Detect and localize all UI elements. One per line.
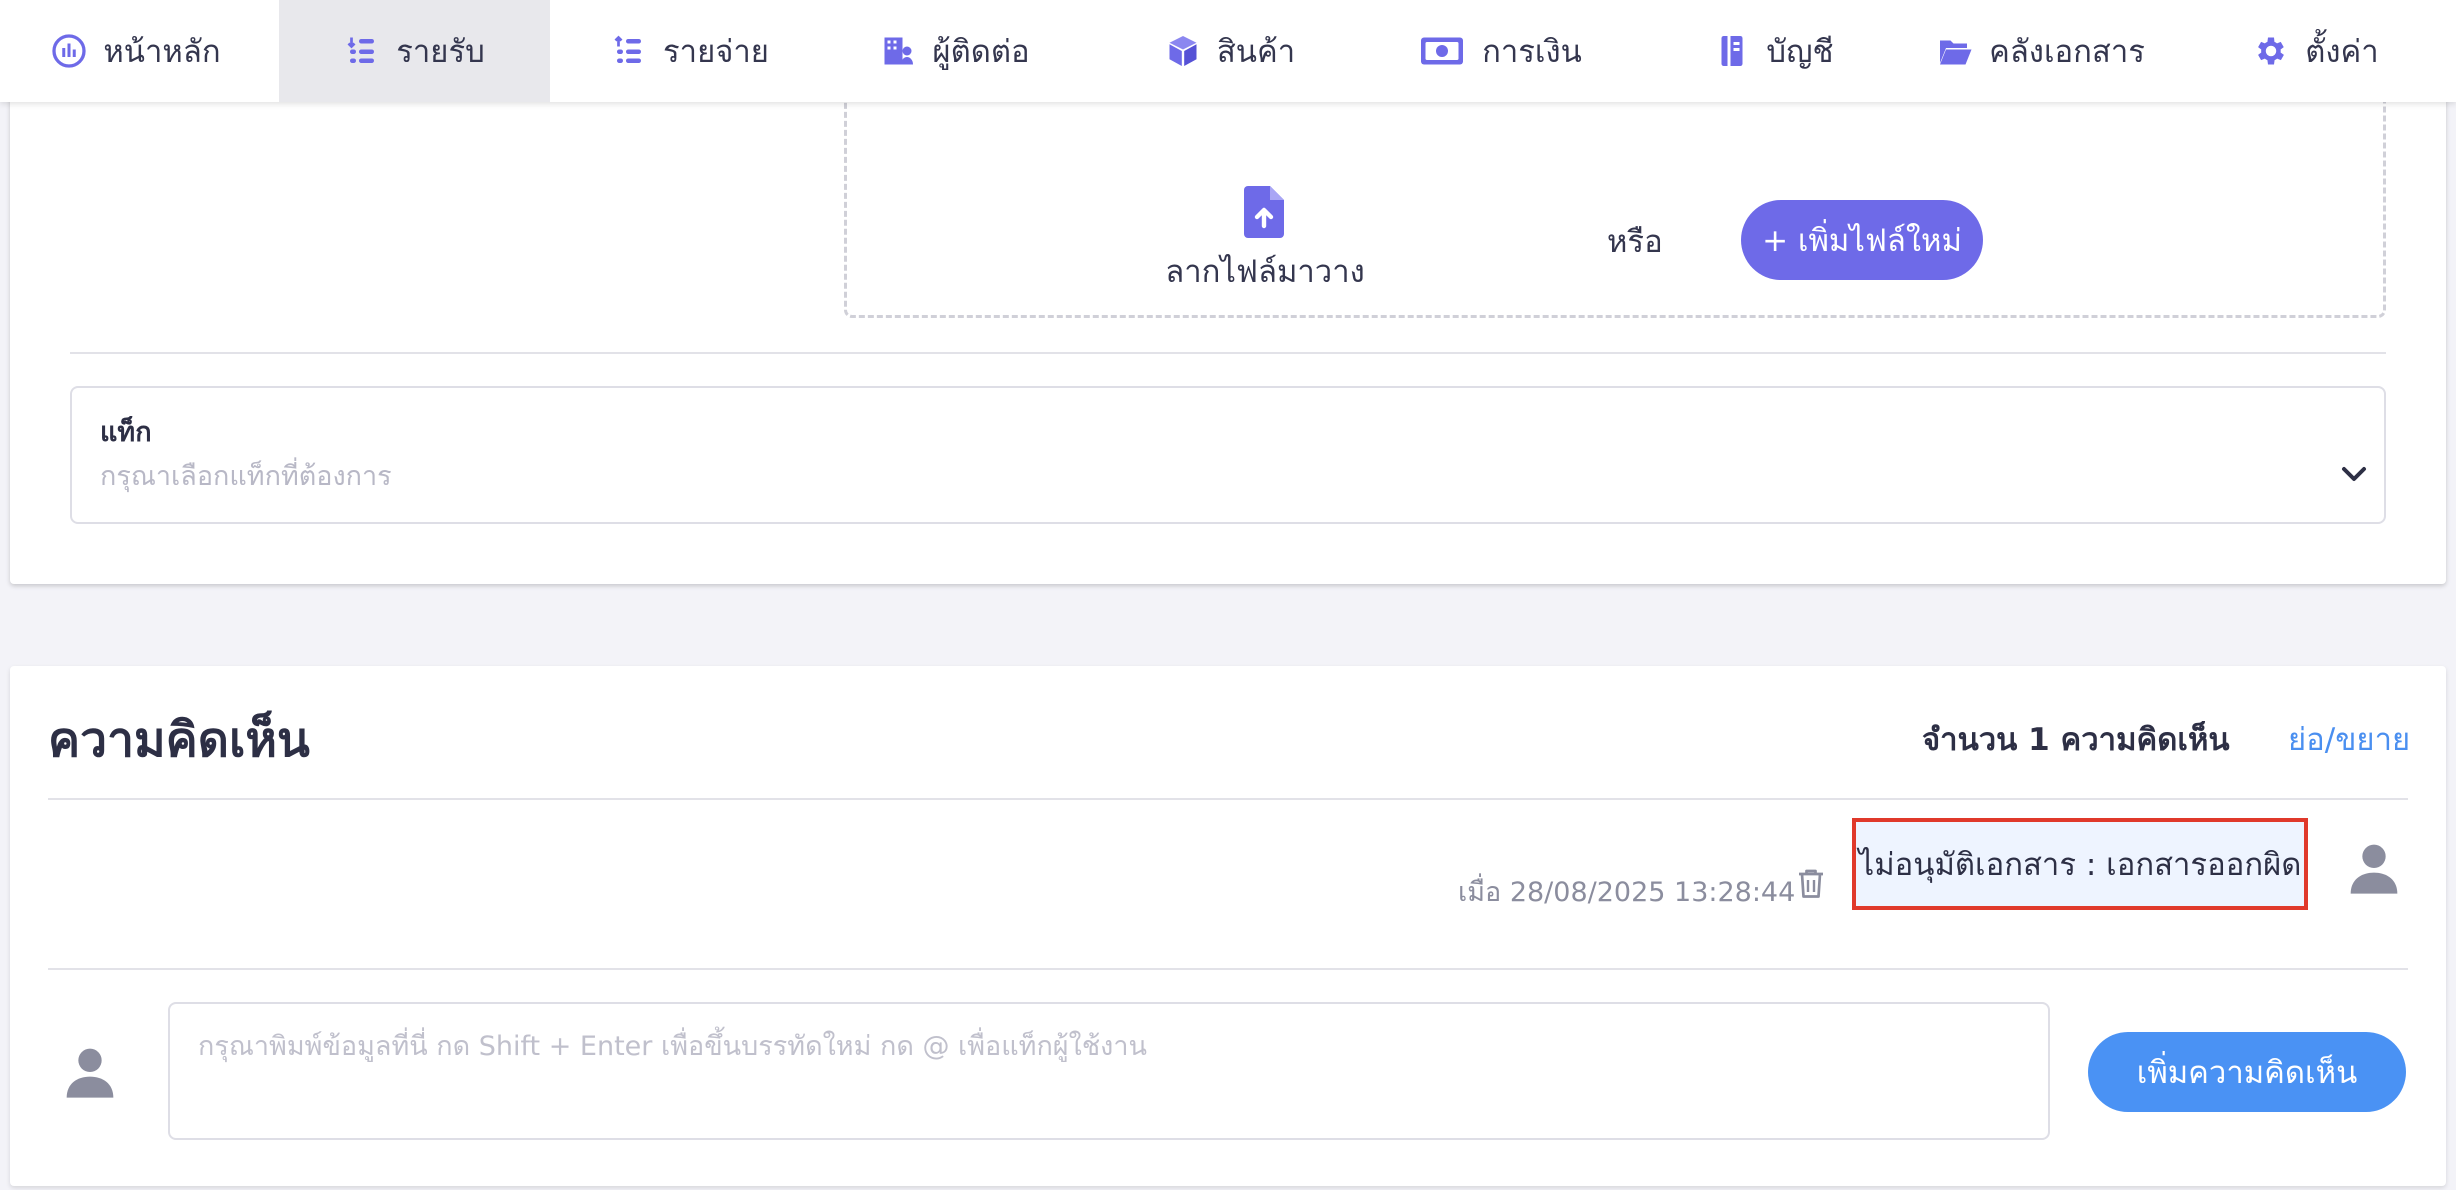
section-divider xyxy=(48,798,2408,800)
document-form-card: ลากไฟล์มาวาง หรือ + เพิ่มไฟล์ใหม่ แท็ก ก… xyxy=(10,60,2446,584)
comments-count: จำนวน 1 ความคิดเห็น xyxy=(1922,722,2230,758)
add-file-button[interactable]: + เพิ่มไฟล์ใหม่ xyxy=(1741,200,1983,280)
dashboard-icon xyxy=(51,33,87,69)
income-icon xyxy=(344,33,380,69)
gear-icon xyxy=(2253,33,2289,69)
money-icon xyxy=(1418,33,1466,69)
nav-label: การเงิน xyxy=(1482,34,1582,70)
tag-placeholder: กรุณาเลือกแท็กที่ต้องการ xyxy=(100,461,392,492)
tag-label: แท็ก xyxy=(100,417,152,448)
file-dropzone[interactable]: ลากไฟล์มาวาง หรือ + เพิ่มไฟล์ใหม่ xyxy=(844,90,2386,318)
nav-item-finance[interactable]: การเงิน xyxy=(1412,0,1588,102)
nav-label: คลังเอกสาร xyxy=(1989,34,2145,70)
nav-label: หน้าหลัก xyxy=(103,34,221,70)
user-avatar-icon xyxy=(2350,844,2398,894)
ledger-icon xyxy=(1714,33,1750,69)
nav-label: ตั้งค่า xyxy=(2305,34,2379,70)
nav-label: รายรับ xyxy=(396,34,485,70)
comment-timestamp: เมื่อ 28/08/2025 13:28:44 xyxy=(1458,877,1796,908)
comments-card: ความคิดเห็น จำนวน 1 ความคิดเห็น ย่อ/ขยาย… xyxy=(10,666,2446,1186)
box-icon xyxy=(1165,33,1201,69)
collapse-expand-link[interactable]: ย่อ/ขยาย xyxy=(2288,714,2410,764)
tag-select[interactable]: แท็ก กรุณาเลือกแท็กที่ต้องการ xyxy=(70,386,2386,524)
nav-label: บัญชี xyxy=(1766,34,1834,70)
nav-item-expense[interactable]: รายจ่าย xyxy=(590,0,790,102)
nav-item-home[interactable]: หน้าหลัก xyxy=(36,0,236,102)
current-user-avatar-icon xyxy=(66,1048,114,1098)
nav-item-income[interactable]: รายรับ xyxy=(279,0,550,102)
add-comment-button[interactable]: เพิ่มความคิดเห็น xyxy=(2088,1032,2406,1112)
comments-title: ความคิดเห็น xyxy=(48,712,310,768)
section-divider xyxy=(70,352,2386,354)
contacts-icon xyxy=(880,33,916,69)
nav-label: รายจ่าย xyxy=(663,34,769,70)
trash-icon[interactable] xyxy=(1796,866,1826,900)
section-divider xyxy=(48,968,2408,970)
nav-item-products[interactable]: สินค้า xyxy=(1160,0,1300,102)
chevron-down-icon xyxy=(2342,467,2366,481)
comment-input[interactable] xyxy=(168,1002,2050,1140)
drag-drop-text: ลากไฟล์มาวาง xyxy=(1165,254,1365,290)
nav-label: สินค้า xyxy=(1216,34,1296,70)
comment-bubble: ไม่อนุมัติเอกสาร : เอกสารออกผิด xyxy=(1852,818,2308,910)
file-upload-icon xyxy=(1244,186,1284,238)
or-separator-text: หรือ xyxy=(1607,224,1663,260)
nav-item-contacts[interactable]: ผู้ติดต่อ xyxy=(870,0,1040,102)
nav-label: ผู้ติดต่อ xyxy=(932,34,1030,70)
expense-icon xyxy=(611,33,647,69)
top-nav: หน้าหลัก รายรับ รายจ่าย ผู้ติดต่อ สินค้า… xyxy=(0,0,2456,102)
nav-item-documents[interactable]: คลังเอกสาร xyxy=(1936,0,2146,102)
nav-item-settings[interactable]: ตั้งค่า xyxy=(2246,0,2386,102)
nav-item-accounting[interactable]: บัญชี xyxy=(1706,0,1842,102)
folder-icon xyxy=(1937,33,1973,69)
